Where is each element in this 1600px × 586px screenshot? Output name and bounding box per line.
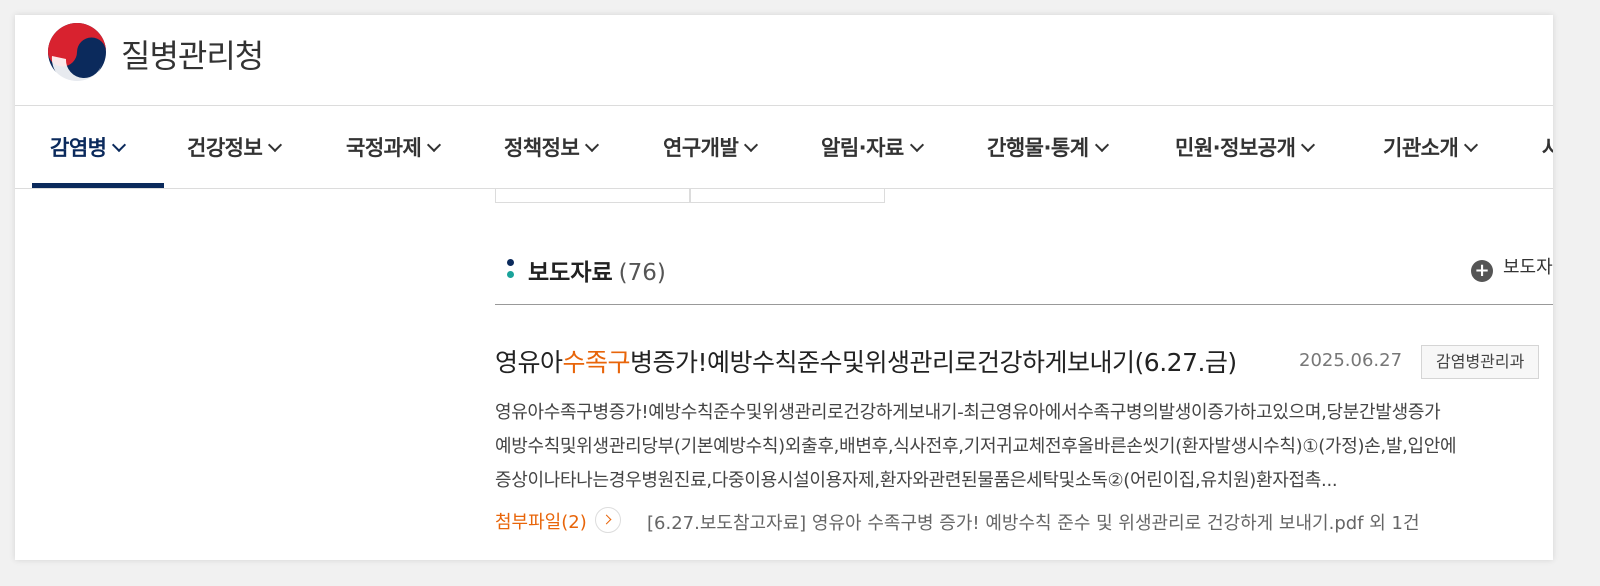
chevron-right-icon[interactable] bbox=[594, 507, 621, 533]
chevron-down-icon bbox=[909, 137, 924, 153]
nav-item-cut-off[interactable]: 사 bbox=[1542, 132, 1553, 162]
nav-item-national-agenda[interactable]: 국정과제 bbox=[346, 132, 442, 162]
nav-item-research[interactable]: 연구개발 bbox=[663, 132, 759, 162]
section-count: (76) bbox=[618, 260, 666, 286]
main-nav: 감염병 건강정보 국정과제 정책정보 연구개발 알림·자료 간행물·통계 민원·… bbox=[15, 106, 1553, 189]
taegeuk-logo-icon[interactable] bbox=[46, 21, 108, 83]
chevron-down-icon bbox=[1301, 137, 1316, 153]
more-label: 보도자 bbox=[1503, 257, 1553, 278]
nav-item-civil-service[interactable]: 민원·정보공개 bbox=[1175, 132, 1316, 162]
chevron-down-icon bbox=[112, 137, 127, 153]
section-heading: 보도자료 (76) bbox=[528, 253, 666, 287]
active-nav-indicator bbox=[32, 183, 164, 188]
nav-item-policy-info[interactable]: 정책정보 bbox=[504, 132, 600, 162]
title-highlight: 수족구 bbox=[562, 348, 631, 377]
browser-window: 질병관리청 감염병 건강정보 국정과제 정책정보 연구개발 알림·자료 간행물·… bbox=[15, 15, 1553, 560]
article-date: 2025.06.27 bbox=[1299, 350, 1403, 371]
title-text: 영유아 bbox=[495, 348, 563, 377]
summary-line: 증상이나타나는경우병원진료,다중이용시설이용자제,환자와관련된물품은세탁및소독②… bbox=[495, 470, 1338, 491]
chevron-down-icon bbox=[585, 137, 600, 153]
nav-item-publications-stats[interactable]: 간행물·통계 bbox=[987, 132, 1109, 162]
nav-label: 알림·자료 bbox=[821, 136, 904, 160]
nav-label: 간행물·통계 bbox=[987, 136, 1089, 160]
nav-label: 민원·정보공개 bbox=[1175, 136, 1296, 160]
nav-label: 기관소개 bbox=[1383, 136, 1459, 160]
site-header: 질병관리청 bbox=[15, 15, 1553, 106]
plus-circle-icon: + bbox=[1471, 260, 1493, 282]
tab-remnant bbox=[689, 188, 885, 203]
chevron-down-icon bbox=[744, 137, 759, 153]
title-text: 병증가!예방수칙준수및위생관리로건강하게보내기(6.27.금) bbox=[630, 348, 1237, 377]
tab-remnant bbox=[495, 188, 691, 203]
chevron-down-icon bbox=[427, 137, 442, 153]
nav-label: 건강정보 bbox=[187, 136, 263, 160]
section-title: 보도자료 bbox=[528, 260, 613, 286]
nav-item-infectious-disease[interactable]: 감염병 bbox=[50, 132, 127, 162]
chevron-down-icon bbox=[268, 137, 283, 153]
chevron-down-icon bbox=[1094, 137, 1109, 153]
article-summary[interactable]: 영유아수족구병증가!예방수칙준수및위생관리로건강하게보내기-최근영유아에서수족구… bbox=[495, 396, 1553, 498]
summary-line: 영유아수족구병증가!예방수칙준수및위생관리로건강하게보내기-최근영유아에서수족구… bbox=[495, 402, 1441, 423]
chevron-down-icon bbox=[1464, 137, 1479, 153]
summary-line: 예방수칙및위생관리당부(기본예방수칙)외출후,배변후,식사전후,기저귀교체전후올… bbox=[495, 436, 1457, 457]
department-badge: 감염병관리과 bbox=[1421, 345, 1540, 379]
nav-label: 감염병 bbox=[50, 136, 107, 160]
article-title-link[interactable]: 영유아수족구병증가!예방수칙준수및위생관리로건강하게보내기(6.27.금) bbox=[495, 343, 1237, 379]
nav-label: 사 bbox=[1542, 136, 1553, 160]
section-bullet-icon bbox=[507, 259, 515, 279]
section-divider bbox=[495, 304, 1553, 305]
nav-label: 연구개발 bbox=[663, 136, 739, 160]
nav-item-health-info[interactable]: 건강정보 bbox=[187, 132, 283, 162]
nav-item-about[interactable]: 기관소개 bbox=[1383, 132, 1479, 162]
attachment-toggle[interactable]: 첨부파일(2) bbox=[495, 512, 587, 533]
nav-label: 국정과제 bbox=[346, 136, 422, 160]
attachment-row: 첨부파일(2) [6.27.보도참고자료] 영유아 수족구병 증가! 예방수칙 … bbox=[495, 507, 1420, 534]
nav-item-news-resources[interactable]: 알림·자료 bbox=[821, 132, 924, 162]
nav-label: 정책정보 bbox=[504, 136, 580, 160]
more-press-releases-button[interactable]: + 보도자 bbox=[1471, 253, 1553, 282]
org-name[interactable]: 질병관리청 bbox=[121, 31, 264, 77]
attachment-file-link[interactable]: [6.27.보도참고자료] 영유아 수족구병 증가! 예방수칙 준수 및 위생관… bbox=[647, 509, 1420, 535]
